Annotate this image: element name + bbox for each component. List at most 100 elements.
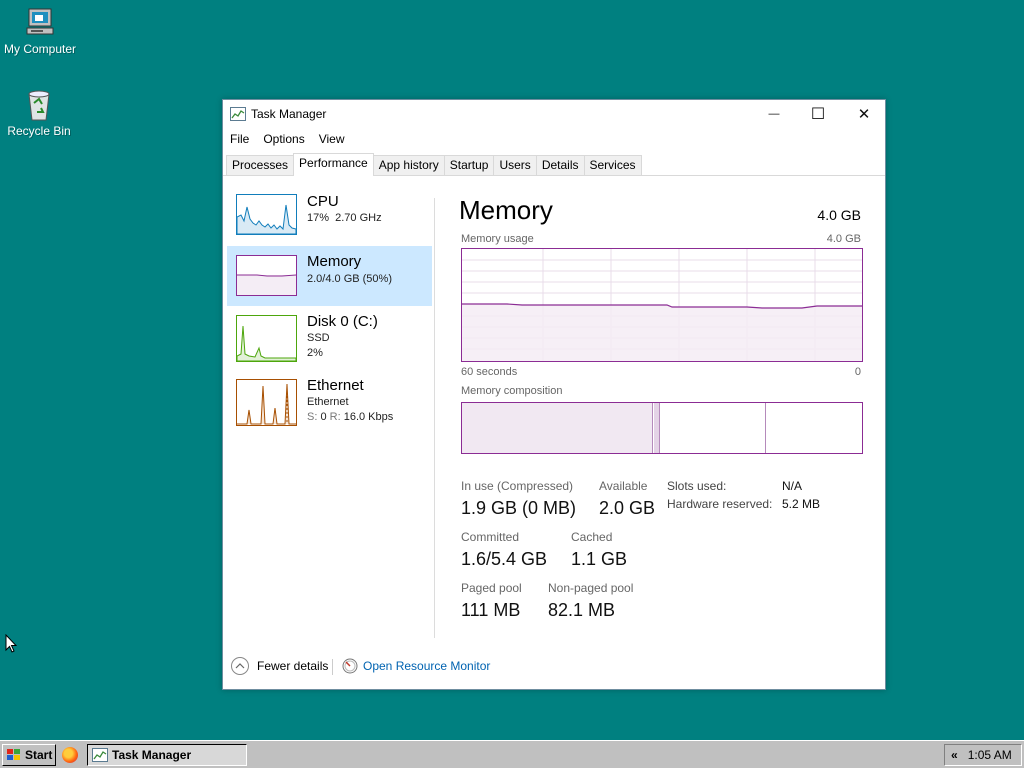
slots-used-label: Slots used: bbox=[667, 479, 727, 493]
non-paged-pool-value: 82.1 MB bbox=[548, 600, 616, 620]
sidebar-item-cpu[interactable]: CPU 17% 2.70 GHz bbox=[227, 188, 432, 244]
tab-details[interactable]: Details bbox=[535, 155, 585, 175]
sidebar-disk-name: Disk 0 (C:) bbox=[307, 313, 378, 330]
clock[interactable]: 1:05 AM bbox=[968, 748, 1012, 762]
window-title: Task Manager bbox=[251, 107, 327, 121]
close-button[interactable]: ✕ bbox=[841, 100, 887, 128]
memory-usage-chart-svg bbox=[462, 249, 862, 361]
sidebar-item-disk[interactable]: Disk 0 (C:) SSD 2% bbox=[227, 308, 432, 372]
firefox-icon[interactable] bbox=[62, 747, 78, 763]
chart-axis-left: 60 seconds bbox=[461, 366, 518, 378]
close-icon: ✕ bbox=[857, 106, 871, 123]
sidebar-ethernet-name: Ethernet bbox=[307, 377, 364, 394]
page-title: Memory bbox=[459, 195, 553, 225]
taskbar: Start Task Manager « 1:05 AM bbox=[0, 740, 1024, 768]
committed-value: 1.6/5.4 GB bbox=[461, 549, 548, 569]
sidebar-divider bbox=[434, 198, 435, 638]
paged-pool-label: Paged pool bbox=[461, 581, 522, 595]
performance-sidebar: CPU 17% 2.70 GHz Memory 2.0/4.0 GB (50%)… bbox=[227, 188, 432, 438]
sidebar-ethernet-adapter: Ethernet bbox=[307, 396, 349, 408]
sidebar-cpu-detail: 17% 2.70 GHz bbox=[307, 212, 382, 224]
desktop-icon-my-computer[interactable]: My Computer bbox=[0, 6, 80, 56]
available-label: Available bbox=[599, 479, 648, 493]
memory-total: 4.0 GB bbox=[817, 207, 861, 223]
composition-in-use bbox=[462, 403, 653, 453]
in-use-value: 1.9 GB (0 MB) bbox=[461, 498, 577, 518]
memory-usage-chart bbox=[461, 248, 863, 362]
sidebar-memory-detail: 2.0/4.0 GB (50%) bbox=[307, 273, 392, 285]
title-bar[interactable]: Task Manager — ☐ ✕ bbox=[223, 100, 885, 128]
menu-options[interactable]: Options bbox=[256, 130, 311, 150]
tab-strip: Processes Performance App history Startu… bbox=[226, 153, 642, 176]
memory-composition-bar bbox=[461, 402, 863, 454]
tab-app-history[interactable]: App history bbox=[372, 155, 445, 175]
sidebar-item-ethernet[interactable]: Ethernet Ethernet S: 0 R: 16.0 Kbps bbox=[227, 374, 432, 436]
task-manager-icon bbox=[92, 748, 108, 762]
cached-label: Cached bbox=[571, 530, 613, 544]
sidebar-ethernet-throughput: S: 0 R: 16.0 Kbps bbox=[307, 411, 393, 423]
composition-standby bbox=[765, 403, 766, 453]
minimize-button[interactable]: — bbox=[751, 100, 797, 128]
sidebar-memory-name: Memory bbox=[307, 253, 362, 270]
footer-bar: Fewer details Open Resource Monitor bbox=[231, 657, 631, 677]
hardware-reserved-label: Hardware reserved: bbox=[667, 497, 773, 511]
tray-expand-button[interactable]: « bbox=[951, 748, 958, 762]
open-resource-monitor-link[interactable]: Open Resource Monitor bbox=[363, 659, 490, 673]
disk-thumbnail-graph bbox=[236, 315, 297, 362]
tab-services[interactable]: Services bbox=[583, 155, 642, 175]
ethernet-send-label: S: bbox=[307, 411, 318, 423]
task-manager-window: Task Manager — ☐ ✕ File Options View Pro… bbox=[222, 99, 886, 690]
tab-startup[interactable]: Startup bbox=[443, 155, 495, 175]
menu-view[interactable]: View bbox=[312, 130, 352, 150]
hardware-reserved-value: 5.2 MB bbox=[782, 497, 821, 511]
ethernet-receive-label: R: bbox=[329, 411, 341, 423]
sidebar-item-memory[interactable]: Memory 2.0/4.0 GB (50%) bbox=[227, 246, 432, 306]
tab-users[interactable]: Users bbox=[493, 155, 537, 175]
desktop-icon-label: My Computer bbox=[3, 42, 77, 56]
desktop-icon-recycle-bin[interactable]: Recycle Bin bbox=[0, 88, 79, 138]
ethernet-receive-value: 16.0 Kbps bbox=[343, 411, 394, 423]
sidebar-disk-usage: 2% bbox=[307, 347, 323, 359]
footer-separator bbox=[332, 659, 333, 675]
ethernet-send-value: 0 bbox=[320, 411, 327, 423]
sidebar-disk-type: SSD bbox=[307, 332, 330, 344]
chevron-up-icon bbox=[235, 663, 245, 669]
minimize-icon: — bbox=[768, 108, 780, 120]
windows-logo-icon bbox=[6, 748, 22, 762]
fewer-details-link[interactable]: Fewer details bbox=[257, 659, 328, 673]
slots-used-value: N/A bbox=[782, 479, 803, 493]
committed-label: Committed bbox=[461, 530, 520, 544]
cached-value: 1.1 GB bbox=[571, 549, 628, 569]
task-manager-icon bbox=[230, 107, 246, 121]
non-paged-pool-label: Non-paged pool bbox=[548, 581, 634, 595]
fewer-details-button[interactable] bbox=[231, 657, 249, 675]
resource-monitor-icon bbox=[342, 658, 358, 674]
taskbar-task-label: Task Manager bbox=[112, 748, 192, 762]
start-label: Start bbox=[25, 748, 53, 762]
system-tray: « 1:05 AM bbox=[944, 744, 1022, 766]
in-use-label: In use (Compressed) bbox=[461, 479, 574, 493]
memory-thumbnail-graph bbox=[236, 255, 297, 296]
maximize-button[interactable]: ☐ bbox=[795, 100, 841, 128]
ethernet-thumbnail-graph bbox=[236, 379, 297, 426]
recycle-bin-icon bbox=[22, 88, 56, 122]
sidebar-cpu-name: CPU bbox=[307, 193, 339, 210]
menu-bar: File Options View bbox=[223, 130, 352, 150]
cpu-thumbnail-graph bbox=[236, 194, 297, 235]
mouse-cursor-icon bbox=[5, 633, 18, 657]
tab-processes[interactable]: Processes bbox=[226, 155, 295, 175]
memory-usage-label: Memory usage bbox=[461, 233, 534, 245]
paged-pool-value: 111 MB bbox=[461, 600, 521, 620]
memory-usage-max: 4.0 GB bbox=[826, 233, 861, 245]
start-button[interactable]: Start bbox=[2, 744, 56, 766]
chart-axis-right: 0 bbox=[854, 366, 861, 378]
available-value: 2.0 GB bbox=[599, 498, 656, 518]
memory-composition-label: Memory composition bbox=[461, 385, 563, 397]
tab-performance[interactable]: Performance bbox=[293, 153, 374, 176]
maximize-icon: ☐ bbox=[810, 106, 826, 123]
composition-modified bbox=[654, 403, 660, 453]
taskbar-task-manager-button[interactable]: Task Manager bbox=[87, 744, 247, 766]
menu-file[interactable]: File bbox=[223, 130, 256, 150]
computer-icon bbox=[23, 6, 57, 40]
desktop-icon-label: Recycle Bin bbox=[7, 124, 71, 138]
